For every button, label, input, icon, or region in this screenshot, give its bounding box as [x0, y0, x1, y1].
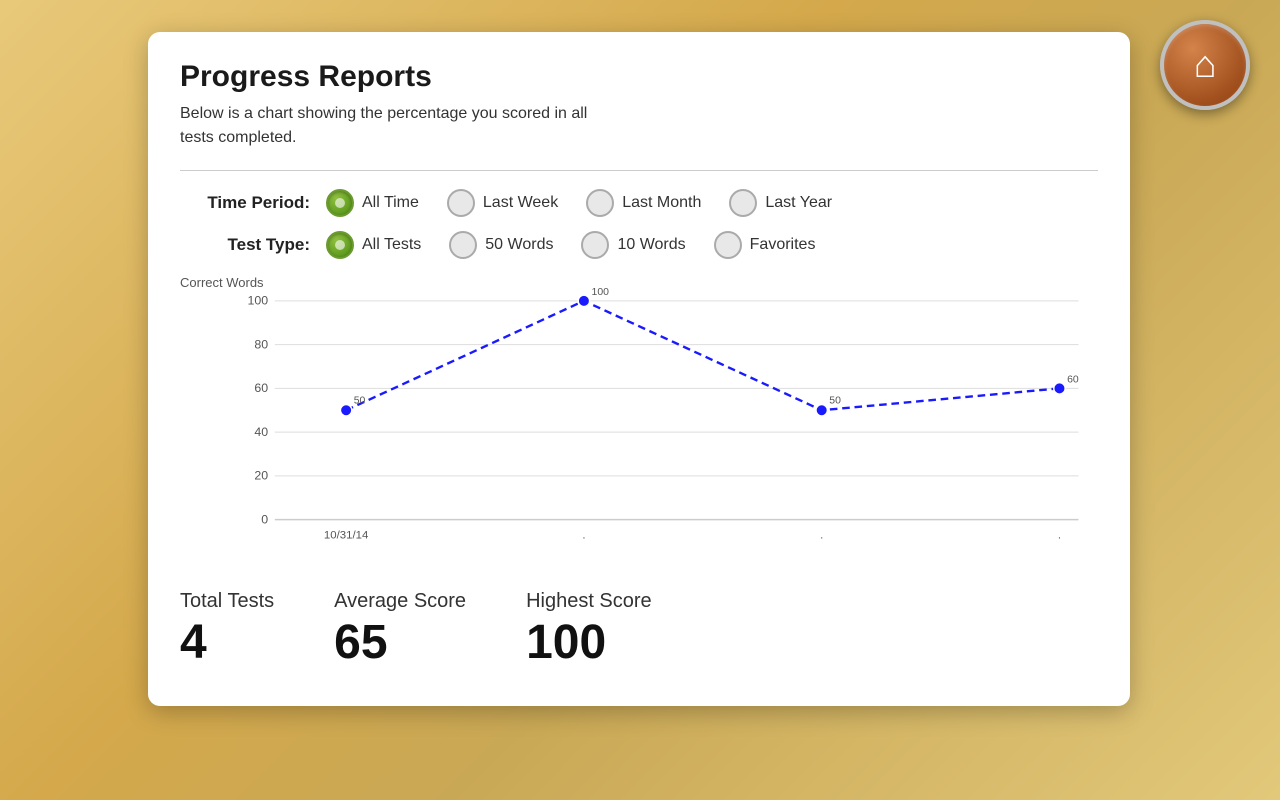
- page-subtitle: Below is a chart showing the percentage …: [180, 102, 600, 150]
- highest-score-label: Highest Score: [526, 590, 652, 613]
- svg-text:50: 50: [354, 396, 366, 407]
- test-type-group: All Tests 50 Words 10 Words Favorites: [326, 231, 815, 259]
- stat-highest-score: Highest Score 100: [526, 590, 652, 670]
- test-type-label: Test Type:: [180, 235, 310, 255]
- highest-score-value: 100: [526, 617, 652, 670]
- home-button[interactable]: ⌂: [1160, 20, 1250, 110]
- controls-section: Time Period: All Time Last Week Last Mon…: [180, 189, 1098, 259]
- time-period-label: Time Period:: [180, 193, 310, 213]
- home-icon: ⌂: [1194, 46, 1217, 84]
- radio-50-words-circle[interactable]: [449, 231, 477, 259]
- radio-all-tests-circle[interactable]: [326, 231, 354, 259]
- svg-text:20: 20: [254, 469, 268, 483]
- radio-last-week[interactable]: Last Week: [447, 189, 558, 217]
- svg-text:80: 80: [254, 337, 268, 351]
- radio-10-words-circle[interactable]: [581, 231, 609, 259]
- svg-text:0: 0: [261, 512, 268, 526]
- radio-50-words-label: 50 Words: [485, 236, 553, 254]
- radio-last-year[interactable]: Last Year: [729, 189, 832, 217]
- svg-text:60: 60: [254, 381, 268, 395]
- chart-container: 100 80 60 40 20 0 50: [232, 275, 1088, 560]
- time-period-group: All Time Last Week Last Month Last Year: [326, 189, 832, 217]
- radio-all-tests[interactable]: All Tests: [326, 231, 421, 259]
- radio-favorites[interactable]: Favorites: [714, 231, 816, 259]
- chart-area: Correct Words 100 80 60 40 20 0: [180, 275, 1098, 560]
- stat-total-tests: Total Tests 4: [180, 590, 274, 670]
- radio-last-week-label: Last Week: [483, 194, 558, 212]
- radio-all-time[interactable]: All Time: [326, 189, 419, 217]
- svg-text:40: 40: [254, 425, 268, 439]
- time-period-row: Time Period: All Time Last Week Last Mon…: [180, 189, 1098, 217]
- total-tests-label: Total Tests: [180, 590, 274, 613]
- average-score-value: 65: [334, 617, 466, 670]
- radio-all-tests-label: All Tests: [362, 236, 421, 254]
- radio-last-month-circle[interactable]: [586, 189, 614, 217]
- radio-all-time-label: All Time: [362, 194, 419, 212]
- main-card: Progress Reports Below is a chart showin…: [148, 32, 1130, 706]
- radio-favorites-label: Favorites: [750, 236, 816, 254]
- total-tests-value: 4: [180, 617, 274, 670]
- radio-last-week-circle[interactable]: [447, 189, 475, 217]
- radio-last-month-label: Last Month: [622, 194, 701, 212]
- svg-text:10/31/14: 10/31/14: [324, 530, 369, 542]
- radio-last-year-label: Last Year: [765, 194, 832, 212]
- svg-text:100: 100: [248, 294, 269, 308]
- stats-section: Total Tests 4 Average Score 65 Highest S…: [180, 580, 1098, 670]
- average-score-label: Average Score: [334, 590, 466, 613]
- svg-text:100: 100: [592, 287, 610, 298]
- svg-text:60: 60: [1067, 375, 1079, 386]
- page-title: Progress Reports: [180, 60, 1098, 94]
- divider: [180, 170, 1098, 171]
- radio-50-words[interactable]: 50 Words: [449, 231, 553, 259]
- radio-last-year-circle[interactable]: [729, 189, 757, 217]
- test-type-row: Test Type: All Tests 50 Words 10 Words F…: [180, 231, 1098, 259]
- radio-all-time-circle[interactable]: [326, 189, 354, 217]
- radio-10-words-label: 10 Words: [617, 236, 685, 254]
- stat-average-score: Average Score 65: [334, 590, 466, 670]
- svg-text:.: .: [582, 530, 585, 542]
- radio-last-month[interactable]: Last Month: [586, 189, 701, 217]
- svg-text:.: .: [820, 530, 823, 542]
- radio-10-words[interactable]: 10 Words: [581, 231, 685, 259]
- svg-text:50: 50: [829, 396, 841, 407]
- radio-favorites-circle[interactable]: [714, 231, 742, 259]
- svg-text:.: .: [1058, 530, 1061, 542]
- chart-svg: 100 80 60 40 20 0 50: [232, 275, 1088, 555]
